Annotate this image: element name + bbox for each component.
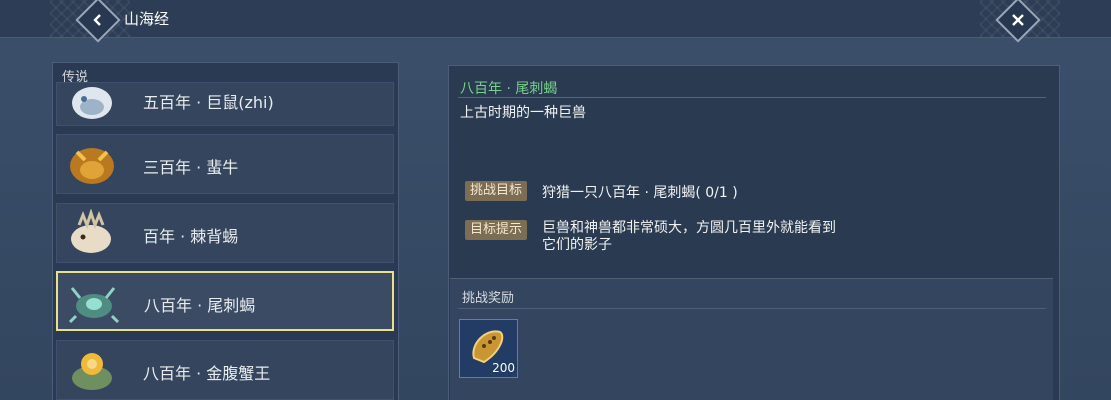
beast-name: 八百年 · 尾刺蝎 — [460, 81, 558, 97]
divider — [458, 308, 1046, 309]
goal-tag: 挑战目标 — [465, 181, 528, 201]
beast-description: 上古时期的一种巨兽 — [460, 105, 586, 121]
list-item[interactable]: 三百年 · 蜚牛 — [56, 134, 394, 194]
hint-tag: 目标提示 — [465, 220, 528, 240]
hint-text: 巨兽和神兽都非常硕大，方圆几百里外就能看到它们的影子 — [542, 220, 836, 253]
reward-panel — [450, 278, 1053, 400]
list-item[interactable]: 百年 · 棘背蜴 — [56, 203, 394, 263]
chevron-left-icon — [84, 6, 112, 34]
spiked-lizard-icon — [71, 209, 111, 253]
list-item-label: 八百年 · 尾刺蝎 — [144, 296, 256, 315]
close-icon — [1004, 6, 1032, 34]
golden-bull-icon — [70, 148, 114, 184]
list-item-label: 百年 · 棘背蜴 — [143, 227, 239, 246]
reward-item[interactable]: 200 — [459, 319, 518, 378]
list-item-label: 三百年 · 蜚牛 — [143, 158, 239, 177]
list-item-label: 五百年 · 巨鼠(zhi) — [143, 93, 274, 112]
list-item[interactable]: 八百年 · 金腹蟹王 — [56, 340, 394, 400]
list-item-selected[interactable]: 八百年 · 尾刺蝎 — [56, 271, 394, 331]
reward-label: 挑战奖励 — [462, 291, 515, 306]
divider — [458, 97, 1046, 98]
goal-text: 狩猎一只八百年 · 尾刺蝎( 0/1 ) — [542, 185, 738, 201]
scorpion-icon — [68, 287, 120, 324]
list-item-label: 八百年 · 金腹蟹王 — [143, 364, 271, 383]
white-beast-icon — [72, 87, 112, 119]
bestiary-screen: 山海经 传说 五百年 · 巨鼠(zhi) 三百年 · 蜚牛 百年 · 棘背蜴 八… — [0, 0, 1111, 400]
reward-count: 200 — [492, 361, 515, 375]
list-item[interactable]: 五百年 · 巨鼠(zhi) — [56, 82, 394, 126]
page-title: 山海经 — [124, 10, 170, 28]
top-bar: 山海经 — [0, 0, 1111, 43]
golden-crab-icon — [72, 353, 112, 390]
